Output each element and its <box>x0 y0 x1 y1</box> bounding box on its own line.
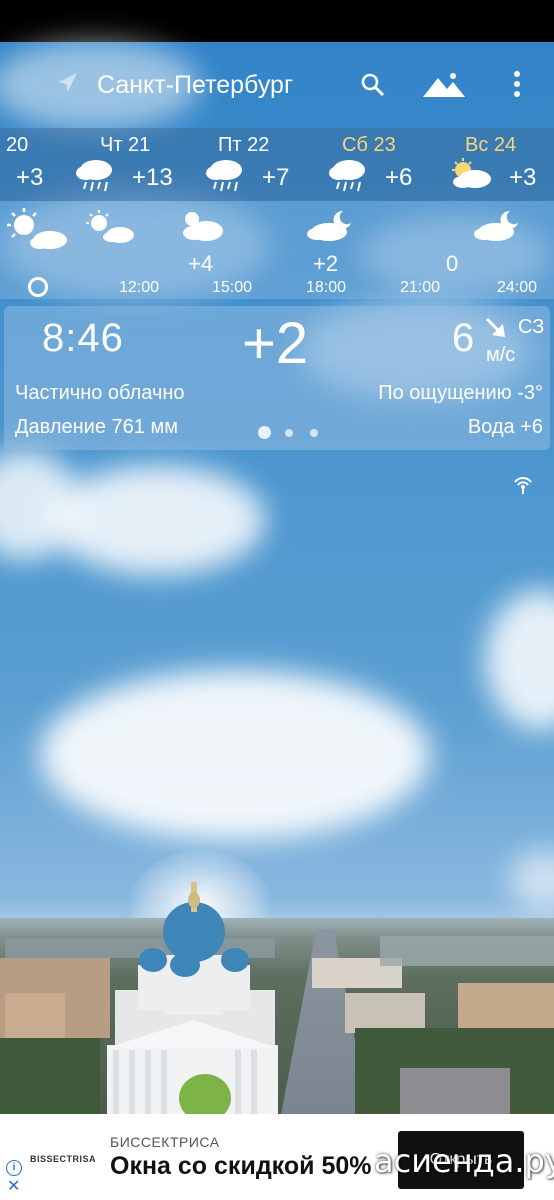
rain-cloud-icon <box>76 160 112 192</box>
building <box>0 1038 100 1118</box>
condition-text: Частично облачно <box>15 382 185 404</box>
ad-logo: BISSECTRISA <box>30 1154 97 1164</box>
current-time-marker <box>28 277 48 297</box>
building <box>400 1068 510 1118</box>
cloud <box>510 850 554 910</box>
current-temp: +2 <box>242 311 309 376</box>
hour-temp: +4 <box>188 251 214 276</box>
weather-screen: Санкт-Петербург 20 +3 Чт 21 +13 Пт 22 +7… <box>0 0 554 1200</box>
day-forecast[interactable]: Чт 21 +13 <box>70 128 185 201</box>
status-bar <box>0 0 554 42</box>
ad-info-icon[interactable]: i <box>6 1160 22 1176</box>
hour-time: 21:00 <box>400 279 441 296</box>
hour-temp: +2 <box>313 251 339 276</box>
cloud <box>40 670 430 840</box>
moon-cloud-icon <box>307 210 351 241</box>
sun-cloud-icon <box>7 208 67 249</box>
radar-icon[interactable] <box>512 473 534 495</box>
day-forecast[interactable]: 20 +3 <box>0 128 60 201</box>
building <box>5 993 65 1043</box>
day-label: Сб 23 <box>342 134 396 156</box>
hour-time: 12:00 <box>119 279 160 296</box>
building <box>345 993 425 1033</box>
watermark: асиенда.ру <box>374 1142 554 1180</box>
cloud-icon <box>183 212 223 241</box>
day-forecast[interactable]: Вс 24 +3 <box>445 128 554 201</box>
day-forecast[interactable]: Сб 23 +6 <box>325 128 435 201</box>
search-icon[interactable] <box>360 72 386 98</box>
day-temp: +6 <box>385 164 413 191</box>
hourly-forecast[interactable]: +4 +2 0 12:00 15:00 18:00 21:00 24:00 <box>0 201 554 299</box>
day-temp: +3 <box>16 164 44 191</box>
sun-cloud-icon <box>452 158 491 188</box>
wind-direction-icon <box>485 317 505 337</box>
city-name[interactable]: Санкт-Петербург <box>97 70 293 100</box>
rain-cloud-icon <box>329 160 365 192</box>
wind-unit: м/с <box>486 344 516 366</box>
hour-time: 15:00 <box>212 279 253 296</box>
location-arrow-icon[interactable] <box>56 72 78 94</box>
wind-speed: 6 <box>452 316 475 360</box>
wind-direction: СЗ <box>518 316 545 338</box>
more-vert-icon[interactable] <box>512 70 522 98</box>
pressure: Давление 761 мм <box>15 416 178 438</box>
current-time: 8:46 <box>42 316 124 360</box>
day-forecast[interactable]: Пт 22 +7 <box>200 128 310 201</box>
hour-temp: 0 <box>446 251 459 276</box>
cathedral <box>107 882 278 1120</box>
sun-cloud-icon <box>86 210 134 243</box>
ad-headline[interactable]: Окна со скидкой 50% <box>110 1152 372 1181</box>
water-temp: Вода +6 <box>467 416 543 438</box>
moon-cloud-icon <box>474 210 518 241</box>
rain-cloud-icon <box>206 160 242 192</box>
day-temp: +3 <box>509 164 537 191</box>
cloud <box>485 590 554 730</box>
ad-close-icon[interactable]: ✕ <box>7 1178 20 1196</box>
feels-like: По ощущению -3° <box>378 382 543 404</box>
hour-time: 18:00 <box>306 279 347 296</box>
ad-brand: БИССЕКТРИСА <box>110 1134 220 1150</box>
building <box>380 936 554 966</box>
day-label: Чт 21 <box>100 134 151 156</box>
page-dot <box>310 429 318 437</box>
page-dot <box>285 429 293 437</box>
day-temp: +13 <box>132 164 173 191</box>
page-dot-active <box>258 426 271 439</box>
cloud <box>50 465 265 575</box>
hour-time: 24:00 <box>497 279 538 296</box>
daily-forecast[interactable]: 20 +3 Чт 21 +13 Пт 22 +7 Сб 23 +6 Вс 24 … <box>0 128 554 201</box>
day-label: Вс 24 <box>465 134 517 156</box>
day-temp: +7 <box>262 164 290 191</box>
day-label: Пт 22 <box>218 134 270 156</box>
day-label: 20 <box>6 134 29 156</box>
mountain-icon[interactable] <box>423 72 465 98</box>
